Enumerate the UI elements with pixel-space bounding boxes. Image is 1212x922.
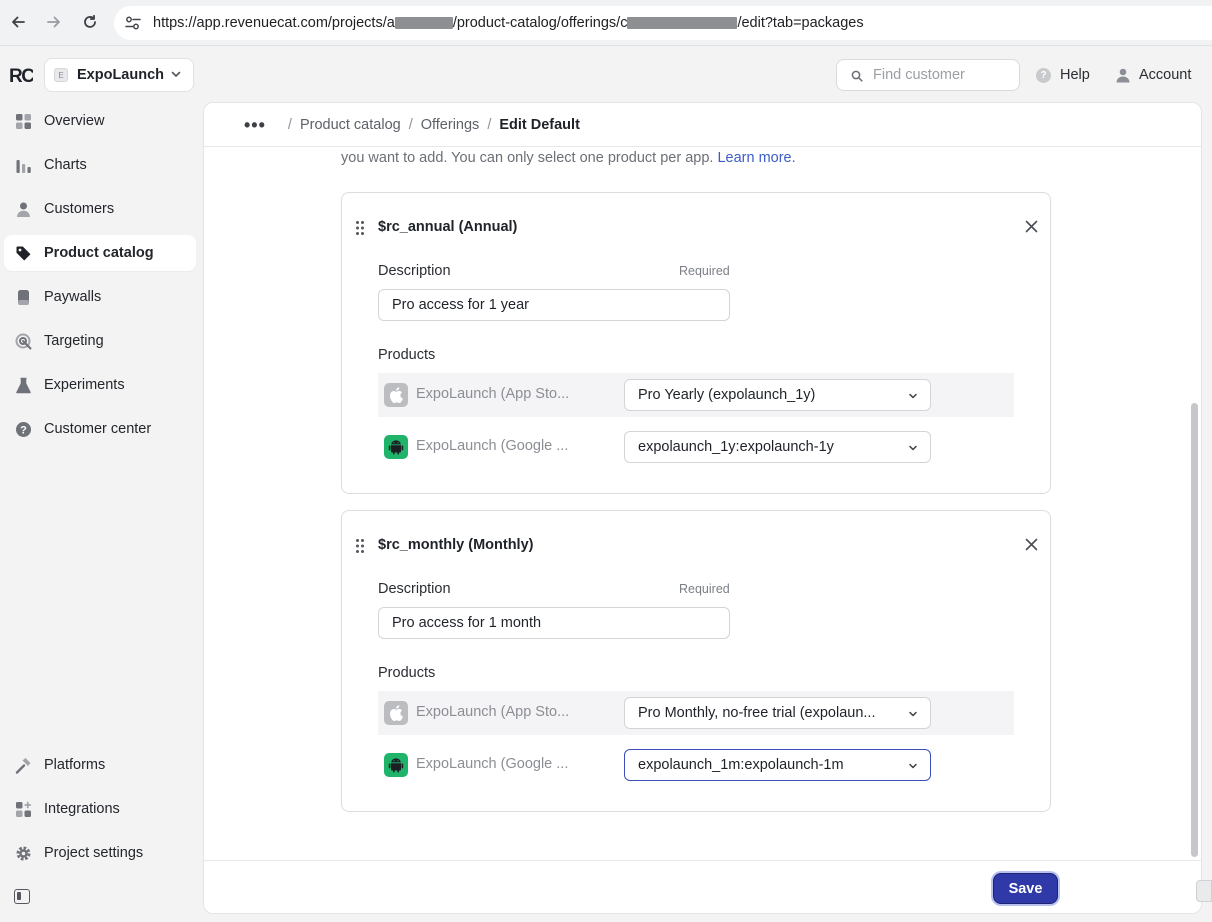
integrations-icon xyxy=(14,800,32,818)
scrollbar-thumb[interactable] xyxy=(1191,403,1198,857)
product-select[interactable]: expolaunch_1y:expolaunch-1y xyxy=(624,431,931,463)
description-input[interactable] xyxy=(378,289,730,321)
product-select[interactable]: expolaunch_1m:expolaunch-1m xyxy=(624,749,931,781)
breadcrumb: ••• / Product catalog / Offerings / Edit… xyxy=(204,103,1201,147)
required-label: Required xyxy=(679,264,730,278)
description-label: Description xyxy=(378,263,451,279)
hammer-icon xyxy=(14,756,32,774)
sidebar-item-paywalls[interactable]: Paywalls xyxy=(4,279,196,315)
breadcrumb-offerings[interactable]: Offerings xyxy=(421,117,480,133)
charts-icon xyxy=(14,156,32,174)
app-name: ExpoLaunch (App Sto... xyxy=(416,386,570,402)
drag-handle-icon[interactable] xyxy=(355,538,365,554)
revenuecat-logo[interactable]: RC xyxy=(9,63,33,87)
back-arrow-icon[interactable] xyxy=(7,11,29,33)
description-input[interactable] xyxy=(378,607,730,639)
footer-bar: Save xyxy=(204,860,1201,913)
project-selector[interactable]: E ExpoLaunch xyxy=(44,58,194,92)
chevron-down-icon xyxy=(909,711,917,717)
help-label: Help xyxy=(1060,67,1090,83)
find-customer-search[interactable] xyxy=(836,59,1020,91)
android-icon xyxy=(384,435,408,459)
product-row-google-play: ExpoLaunch (Google ... expolaunch_1m:exp… xyxy=(378,743,1014,787)
site-settings-icon[interactable] xyxy=(124,15,142,31)
sidebar-item-integrations[interactable]: Integrations xyxy=(4,791,196,827)
help-link[interactable]: ? Help xyxy=(1036,64,1090,86)
chevron-down-icon xyxy=(171,71,181,77)
tag-icon xyxy=(14,244,32,262)
product-select[interactable]: Pro Yearly (expolaunch_1y) xyxy=(624,379,931,411)
redacted-segment xyxy=(627,17,738,30)
apple-icon xyxy=(384,383,408,407)
save-button[interactable]: Save xyxy=(993,873,1058,904)
android-icon xyxy=(384,753,408,777)
search-input[interactable] xyxy=(873,61,1013,89)
redacted-segment xyxy=(394,17,453,30)
project-name: ExpoLaunch xyxy=(77,67,165,83)
reload-icon[interactable] xyxy=(79,11,101,33)
close-icon[interactable] xyxy=(1022,535,1040,553)
sidebar-toggle-icon[interactable] xyxy=(14,889,30,904)
targeting-icon xyxy=(14,332,32,350)
close-icon[interactable] xyxy=(1022,217,1040,235)
more-dots-icon[interactable]: ••• xyxy=(244,116,266,134)
products-label: Products xyxy=(378,665,436,681)
sidebar-item-project-settings[interactable]: Project settings xyxy=(4,835,196,871)
app-name: ExpoLaunch (App Sto... xyxy=(416,704,570,720)
help-circle-icon: ? xyxy=(14,420,32,438)
address-bar[interactable]: https://app.revenuecat.com/projects/a/pr… xyxy=(114,6,1212,40)
project-badge: E xyxy=(54,68,68,82)
sidebar-item-customers[interactable]: Customers xyxy=(4,191,196,227)
svg-text:?: ? xyxy=(20,424,27,436)
search-icon xyxy=(851,70,863,82)
svg-text:RC: RC xyxy=(9,66,33,87)
side-panel-handle[interactable] xyxy=(1196,880,1212,902)
chevron-down-icon xyxy=(909,445,917,451)
chevron-down-icon xyxy=(909,763,917,769)
sidebar-item-targeting[interactable]: Targeting xyxy=(4,323,196,359)
sidebar-item-experiments[interactable]: Experiments xyxy=(4,367,196,403)
paywalls-icon xyxy=(14,288,32,306)
customers-icon xyxy=(14,200,32,218)
package-title: $rc_monthly (Monthly) xyxy=(378,537,534,553)
sidebar-item-customer-center[interactable]: ? Customer center xyxy=(4,411,196,447)
products-label: Products xyxy=(378,347,436,363)
sidebar-item-overview[interactable]: Overview xyxy=(4,103,196,139)
help-icon: ? xyxy=(1036,67,1051,83)
account-label: Account xyxy=(1139,67,1192,83)
overview-icon xyxy=(14,112,32,130)
sidebar-item-product-catalog[interactable]: Product catalog xyxy=(4,235,196,271)
chevron-down-icon xyxy=(909,393,917,399)
account-link[interactable]: Account xyxy=(1115,64,1191,86)
product-select[interactable]: Pro Monthly, no-free trial (expolaun... xyxy=(624,697,931,729)
sidebar-item-charts[interactable]: Charts xyxy=(4,147,196,183)
scrollbar[interactable] xyxy=(1191,403,1199,857)
package-title: $rc_annual (Annual) xyxy=(378,219,518,235)
package-card-monthly: $rc_monthly (Monthly) Description Requir… xyxy=(341,510,1051,812)
breadcrumb-product-catalog[interactable]: Product catalog xyxy=(300,117,401,133)
intro-text: you want to add. You can only select one… xyxy=(341,150,796,166)
package-card-annual: $rc_annual (Annual) Description Required… xyxy=(341,192,1051,494)
product-row-google-play: ExpoLaunch (Google ... expolaunch_1y:exp… xyxy=(378,425,1014,469)
flask-icon xyxy=(14,376,32,394)
gear-icon xyxy=(14,844,32,862)
app-name: ExpoLaunch (Google ... xyxy=(416,438,569,454)
sidebar-item-platforms[interactable]: Platforms xyxy=(4,747,196,783)
apple-icon xyxy=(384,701,408,725)
learn-more-link[interactable]: Learn more. xyxy=(717,150,795,166)
drag-handle-icon[interactable] xyxy=(355,220,365,236)
user-icon xyxy=(1116,68,1130,83)
main-panel: ••• / Product catalog / Offerings / Edit… xyxy=(203,102,1202,914)
required-label: Required xyxy=(679,582,730,596)
breadcrumb-current: Edit Default xyxy=(499,116,580,133)
description-label: Description xyxy=(378,581,451,597)
product-row-app-store: ExpoLaunch (App Sto... Pro Yearly (expol… xyxy=(378,373,1014,417)
url-text: https://app.revenuecat.com/projects/a/pr… xyxy=(153,15,864,31)
product-row-app-store: ExpoLaunch (App Sto... Pro Monthly, no-f… xyxy=(378,691,1014,735)
forward-arrow-icon[interactable] xyxy=(43,11,65,33)
browser-toolbar: https://app.revenuecat.com/projects/a/pr… xyxy=(0,0,1212,46)
app-name: ExpoLaunch (Google ... xyxy=(416,756,569,772)
